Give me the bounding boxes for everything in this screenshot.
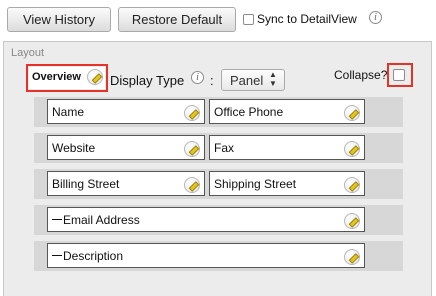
- collapse-checkbox[interactable]: [393, 69, 405, 81]
- layout-row: Name Office Phone: [34, 97, 403, 127]
- field-website[interactable]: Website: [47, 135, 205, 160]
- edit-field-pencil-icon[interactable]: [344, 213, 360, 229]
- minus-icon: [52, 255, 62, 257]
- panel-name: Overview: [32, 71, 81, 83]
- sync-label: Sync to DetailView: [257, 12, 357, 26]
- edit-field-pencil-icon[interactable]: [344, 177, 360, 193]
- field-label: Office Phone: [214, 105, 284, 119]
- collapse-label: Collapse?: [334, 68, 388, 82]
- display-type-colon: :: [210, 73, 214, 88]
- restore-default-button[interactable]: Restore Default: [118, 7, 236, 32]
- layout-title: Layout: [11, 47, 45, 59]
- panel-name-field: Overview: [29, 67, 105, 89]
- layout-row: Billing Street Shipping Street: [34, 169, 403, 199]
- field-label: Shipping Street: [214, 177, 297, 191]
- field-description[interactable]: Description: [47, 243, 365, 268]
- view-history-button[interactable]: View History: [7, 7, 111, 32]
- sync-checkbox[interactable]: [243, 14, 254, 25]
- layout-row: Description: [34, 241, 403, 271]
- display-type-label: Display Type: [110, 73, 185, 88]
- edit-field-pencil-icon[interactable]: [184, 105, 200, 121]
- field-label: Website: [52, 141, 96, 155]
- edit-panel-name-pencil-icon[interactable]: [87, 69, 103, 85]
- field-billing-street[interactable]: Billing Street: [47, 171, 205, 196]
- edit-field-pencil-icon[interactable]: [184, 177, 200, 193]
- edit-field-pencil-icon[interactable]: [184, 141, 200, 157]
- field-fax[interactable]: Fax: [209, 135, 365, 160]
- field-label: Fax: [214, 141, 235, 155]
- info-icon[interactable]: i: [369, 11, 382, 24]
- select-arrows-icon: ▲ ▼: [269, 70, 277, 88]
- minus-icon: [52, 219, 62, 221]
- field-shipping-street[interactable]: Shipping Street: [209, 171, 365, 196]
- layout-row: Website Fax: [34, 133, 403, 163]
- display-type-info-icon[interactable]: i: [191, 71, 204, 84]
- layout-row: Email Address: [34, 205, 403, 235]
- field-label-text: Description: [63, 249, 124, 263]
- field-email-address[interactable]: Email Address: [47, 207, 365, 232]
- field-label: Description: [52, 249, 123, 263]
- field-label: Billing Street: [52, 177, 120, 191]
- field-label-text: Email Address: [63, 213, 140, 227]
- field-label: Email Address: [52, 213, 140, 227]
- field-office-phone[interactable]: Office Phone: [209, 99, 365, 124]
- edit-field-pencil-icon[interactable]: [344, 105, 360, 121]
- display-type-select[interactable]: Panel ▲ ▼: [221, 69, 285, 91]
- edit-field-pencil-icon[interactable]: [344, 249, 360, 265]
- edit-field-pencil-icon[interactable]: [344, 141, 360, 157]
- field-label: Name: [52, 105, 85, 119]
- display-type-value: Panel: [230, 73, 264, 88]
- field-name[interactable]: Name: [47, 99, 205, 124]
